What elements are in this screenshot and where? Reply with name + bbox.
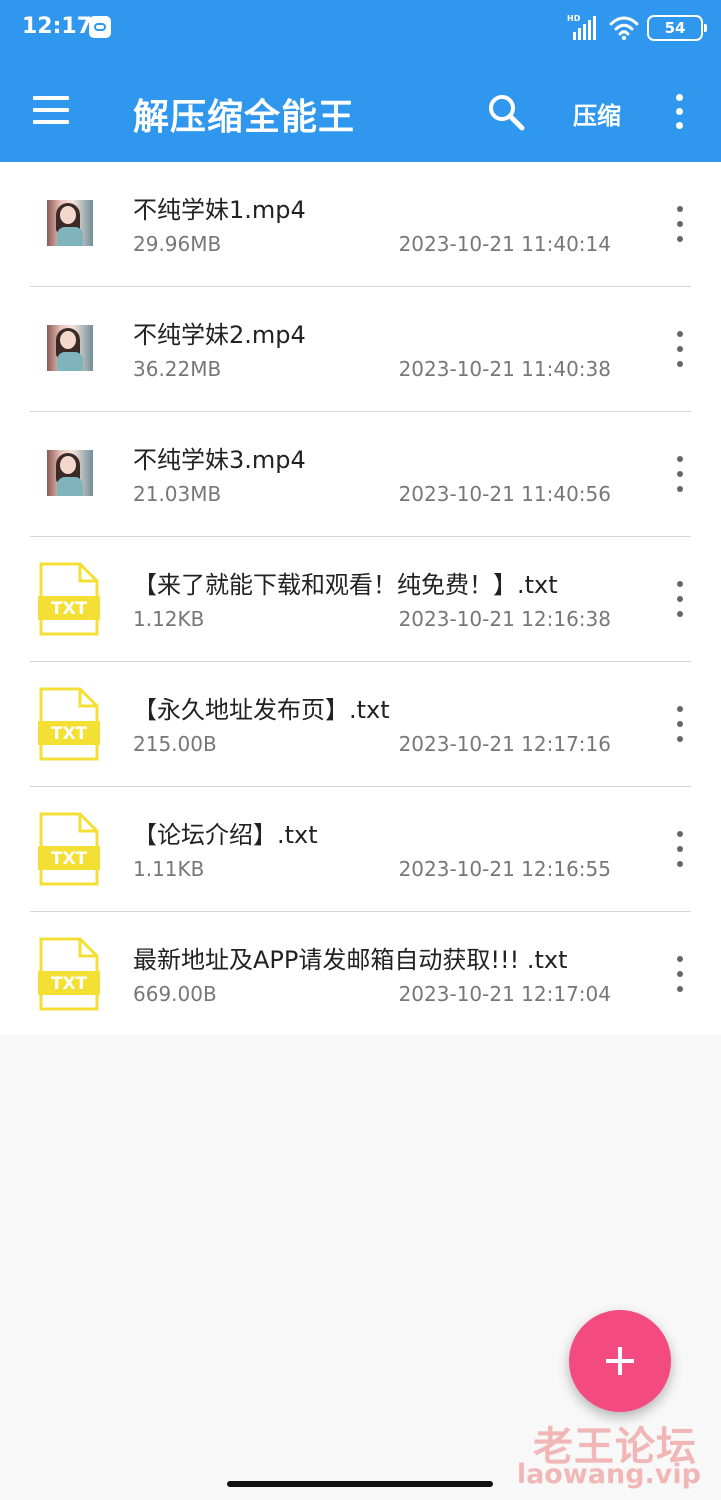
wifi-icon (609, 16, 639, 41)
file-size: 215.00B (133, 732, 217, 756)
txt-file-icon: TXT (38, 812, 100, 886)
item-more-button[interactable] (670, 706, 690, 742)
app-bar: 12:17 HD 54 解压缩全能王 压缩 (0, 0, 721, 162)
list-item[interactable]: 不纯学妹2.mp4 36.22MB 2023-10-21 11:40:38 (0, 287, 721, 412)
file-name: 不纯学妹1.mp4 (133, 196, 306, 224)
watermark-url: laowang.vip (516, 1459, 701, 1490)
list-item[interactable]: 不纯学妹1.mp4 29.96MB 2023-10-21 11:40:14 (0, 162, 721, 287)
file-name: 【论坛介绍】.txt (133, 821, 318, 849)
search-button[interactable] (486, 92, 526, 132)
list-item[interactable]: TXT 【永久地址发布页】.txt 215.00B 2023-10-21 12:… (0, 662, 721, 787)
status-icons: HD 54 (567, 12, 707, 44)
notification-app-icon (89, 16, 111, 38)
compress-button[interactable]: 压缩 (573, 96, 621, 131)
item-more-button[interactable] (670, 456, 690, 492)
home-indicator[interactable] (227, 1481, 493, 1487)
txt-label: TXT (51, 849, 88, 869)
file-date: 2023-10-21 12:16:38 (398, 607, 611, 631)
txt-file-icon: TXT (38, 687, 100, 761)
menu-button[interactable] (33, 96, 69, 124)
file-size: 21.03MB (133, 482, 222, 506)
more-options-button[interactable] (668, 92, 692, 132)
file-date: 2023-10-21 11:40:38 (398, 357, 611, 381)
txt-label: TXT (51, 724, 88, 744)
file-size: 29.96MB (133, 232, 222, 256)
video-thumbnail (47, 200, 93, 246)
page-title: 解压缩全能王 (133, 97, 356, 138)
signal-bars (573, 16, 596, 40)
txt-label: TXT (51, 974, 88, 994)
file-size: 1.12KB (133, 607, 205, 631)
file-date: 2023-10-21 11:40:56 (398, 482, 611, 506)
txt-label: TXT (51, 599, 88, 619)
video-thumbnail (47, 325, 93, 371)
list-item[interactable]: TXT 【来了就能下载和观看！纯免费！】.txt 1.12KB 2023-10-… (0, 537, 721, 662)
list-item[interactable]: TXT 【论坛介绍】.txt 1.11KB 2023-10-21 12:16:5… (0, 787, 721, 912)
cellular-signal-icon: HD (567, 14, 599, 42)
txt-file-icon: TXT (38, 562, 100, 636)
status-time: 12:17 (22, 14, 93, 39)
search-icon (489, 95, 525, 131)
file-date: 2023-10-21 11:40:14 (398, 232, 611, 256)
file-size: 669.00B (133, 982, 217, 1006)
list-item[interactable]: 不纯学妹3.mp4 21.03MB 2023-10-21 11:40:56 (0, 412, 721, 537)
file-date: 2023-10-21 12:17:16 (398, 732, 611, 756)
item-more-button[interactable] (670, 831, 690, 867)
file-size: 36.22MB (133, 357, 222, 381)
item-more-button[interactable] (670, 956, 690, 992)
file-name: 【来了就能下载和观看！纯免费！】.txt (133, 571, 558, 599)
item-more-button[interactable] (670, 331, 690, 367)
txt-file-icon: TXT (38, 937, 100, 1011)
item-more-button[interactable] (670, 581, 690, 617)
add-button[interactable] (569, 1310, 671, 1412)
battery-icon: 54 (647, 15, 707, 41)
file-name: 不纯学妹3.mp4 (133, 446, 306, 474)
file-name: 不纯学妹2.mp4 (133, 321, 306, 349)
file-name: 【永久地址发布页】.txt (133, 696, 390, 724)
file-size: 1.11KB (133, 857, 205, 881)
file-name: 最新地址及APP请发邮箱自动获取!!! .txt (133, 946, 568, 974)
video-thumbnail (47, 450, 93, 496)
file-date: 2023-10-21 12:17:04 (398, 982, 611, 1006)
list-item[interactable]: TXT 最新地址及APP请发邮箱自动获取!!! .txt 669.00B 202… (0, 912, 721, 1037)
file-list: 不纯学妹1.mp4 29.96MB 2023-10-21 11:40:14 不纯… (0, 162, 721, 1035)
item-more-button[interactable] (670, 206, 690, 242)
file-date: 2023-10-21 12:16:55 (398, 857, 611, 881)
